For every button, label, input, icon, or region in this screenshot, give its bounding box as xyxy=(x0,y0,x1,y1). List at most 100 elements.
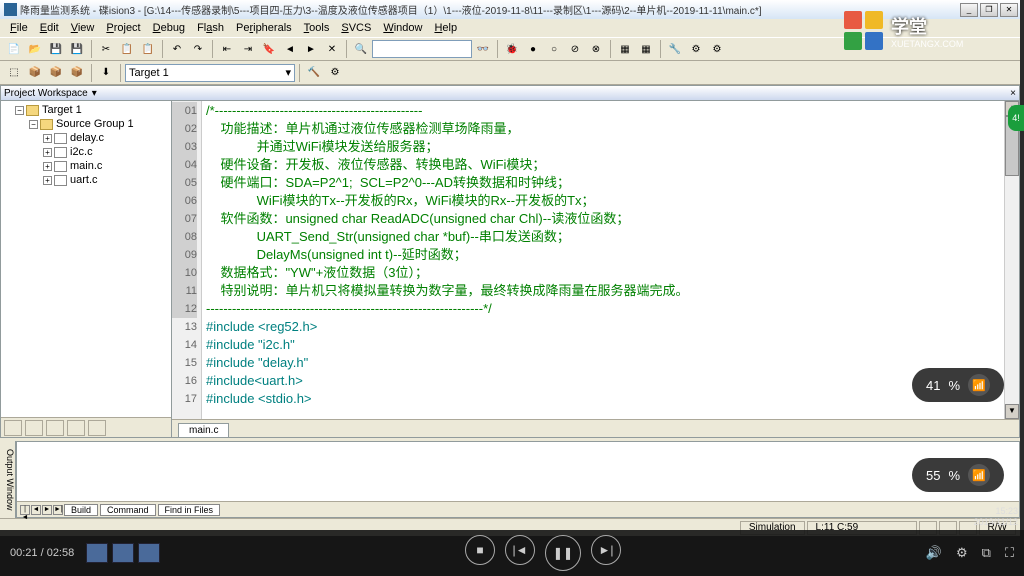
bp-kill-icon[interactable]: ⊗ xyxy=(586,39,606,59)
tool1-icon[interactable]: 🔧 xyxy=(665,39,685,59)
sidebar-tabs xyxy=(1,417,171,437)
output-tab-find[interactable]: Find in Files xyxy=(158,504,221,516)
target-select[interactable]: Target 1 ▾ xyxy=(125,64,295,82)
expand-icon[interactable]: + xyxy=(43,162,52,171)
side-badge[interactable]: 4! xyxy=(1008,105,1024,131)
scroll-down-icon[interactable]: ▼ xyxy=(1005,404,1019,419)
build-all-icon[interactable]: 📦 xyxy=(67,63,87,83)
volume-icon[interactable]: 🔊 xyxy=(926,545,942,561)
bp-disable-icon[interactable]: ⊘ xyxy=(565,39,585,59)
manage-icon[interactable]: ⚙ xyxy=(325,63,345,83)
taskbar-app-icon[interactable] xyxy=(86,543,108,563)
menu-debug[interactable]: Debug xyxy=(147,21,191,35)
output-tab-command[interactable]: Command xyxy=(100,504,156,516)
menu-flash[interactable]: Flash xyxy=(191,21,230,35)
rebuild-icon[interactable]: 📦 xyxy=(46,63,66,83)
undo-icon[interactable]: ↶ xyxy=(167,39,187,59)
menu-file[interactable]: File xyxy=(4,21,34,35)
cut-icon[interactable]: ✂ xyxy=(96,39,116,59)
bookmark-clear-icon[interactable]: ✕ xyxy=(322,39,342,59)
tree-group[interactable]: − Source Group 1 xyxy=(3,117,169,131)
editor-tabs: main.c xyxy=(172,419,1019,437)
tree-target-label: Target 1 xyxy=(42,104,82,116)
expand-icon[interactable]: + xyxy=(43,134,52,143)
out-nav-first-icon[interactable]: |◄ xyxy=(20,505,30,515)
badge2-value: 55 xyxy=(926,468,940,483)
pip-icon[interactable]: ⧉ xyxy=(982,545,991,561)
open-file-icon[interactable]: 📂 xyxy=(25,39,45,59)
breakpoint-icon[interactable]: ● xyxy=(523,39,543,59)
menu-svcs[interactable]: SVCS xyxy=(335,21,377,35)
tree-file[interactable]: +uart.c xyxy=(3,173,169,187)
save-all-icon[interactable]: 💾 xyxy=(67,39,87,59)
menu-help[interactable]: Help xyxy=(428,21,463,35)
output-body[interactable]: |◄ ◄ ► ►| Build Command Find in Files xyxy=(16,441,1020,518)
build-target-icon[interactable]: ⬚ xyxy=(4,63,24,83)
save-icon[interactable]: 💾 xyxy=(46,39,66,59)
build-toolbar: ⬚ 📦 📦 📦 ⬇ Target 1 ▾ 🔨 ⚙ xyxy=(0,61,1020,85)
file-icon xyxy=(54,161,67,172)
out-nav-prev-icon[interactable]: ◄ xyxy=(31,505,41,515)
menu-view[interactable]: View xyxy=(65,21,101,35)
redo-icon[interactable]: ↷ xyxy=(188,39,208,59)
menu-edit[interactable]: Edit xyxy=(34,21,65,35)
logo-text: 学堂 xyxy=(891,13,963,39)
vertical-scrollbar[interactable]: ▲ ▼ xyxy=(1004,101,1019,419)
out-nav-last-icon[interactable]: ►| xyxy=(53,505,63,515)
regs-tab-icon[interactable] xyxy=(25,420,43,436)
menu-window[interactable]: Window xyxy=(377,21,428,35)
paste-icon[interactable]: 📋 xyxy=(138,39,158,59)
tree-target[interactable]: − Target 1 xyxy=(3,103,169,117)
taskbar-app-icon[interactable] xyxy=(138,543,160,563)
bookmark-next-icon[interactable]: ► xyxy=(301,39,321,59)
tree-file[interactable]: +i2c.c xyxy=(3,145,169,159)
indent-right-icon[interactable]: ⇥ xyxy=(238,39,258,59)
bookmark-prev-icon[interactable]: ◄ xyxy=(280,39,300,59)
expand-icon[interactable]: + xyxy=(43,148,52,157)
menu-peripherals[interactable]: Peripherals xyxy=(230,21,298,35)
menu-tools[interactable]: Tools xyxy=(298,21,336,35)
books-tab-icon[interactable] xyxy=(46,420,64,436)
tree-file[interactable]: +main.c xyxy=(3,159,169,173)
output-tab-build[interactable]: Build xyxy=(64,504,98,516)
badge1-value: 41 xyxy=(926,378,940,393)
templ-tab-icon[interactable] xyxy=(88,420,106,436)
bookmark-icon[interactable]: 🔖 xyxy=(259,39,279,59)
find-icon[interactable]: 🔍 xyxy=(351,39,371,59)
options-icon[interactable]: 🔨 xyxy=(304,63,324,83)
find-input[interactable] xyxy=(372,40,472,58)
func-tab-icon[interactable] xyxy=(67,420,85,436)
pause-button[interactable]: ❚❚ xyxy=(545,535,581,571)
collapse-icon[interactable]: − xyxy=(15,106,24,115)
expand-icon[interactable]: + xyxy=(43,176,52,185)
menu-project[interactable]: Project xyxy=(100,21,146,35)
debug-icon[interactable]: 🐞 xyxy=(502,39,522,59)
editor-tab-main[interactable]: main.c xyxy=(178,423,229,437)
out-nav-next-icon[interactable]: ► xyxy=(42,505,52,515)
binoculars-icon[interactable]: 👓 xyxy=(473,39,493,59)
project-sidebar: − Target 1 − Source Group 1 +delay.c +i2… xyxy=(0,100,172,438)
prev-button[interactable]: |◄ xyxy=(505,535,535,565)
tool2-icon[interactable]: ⚙ xyxy=(686,39,706,59)
collapse-icon[interactable]: − xyxy=(29,120,38,129)
window1-icon[interactable]: ▦ xyxy=(615,39,635,59)
fullscreen-icon[interactable]: ⛶ xyxy=(1005,545,1014,561)
copy-icon[interactable]: 📋 xyxy=(117,39,137,59)
taskbar-app-icon[interactable] xyxy=(112,543,134,563)
settings-icon[interactable]: ⚙ xyxy=(956,545,968,561)
line-gutter: 0102030405060708091011121314151617 xyxy=(172,101,202,419)
workspace-close-icon[interactable]: × xyxy=(1010,88,1019,99)
new-file-icon[interactable]: 📄 xyxy=(4,39,24,59)
window2-icon[interactable]: ▦ xyxy=(636,39,656,59)
indent-left-icon[interactable]: ⇤ xyxy=(217,39,237,59)
files-tab-icon[interactable] xyxy=(4,420,22,436)
download-icon[interactable]: ⬇ xyxy=(96,63,116,83)
bp-toggle-icon[interactable]: ○ xyxy=(544,39,564,59)
build-icon[interactable]: 📦 xyxy=(25,63,45,83)
next-button[interactable]: ►| xyxy=(591,535,621,565)
tree-file[interactable]: +delay.c xyxy=(3,131,169,145)
tool3-icon[interactable]: ⚙ xyxy=(707,39,727,59)
chevron-down-icon[interactable]: ▾ xyxy=(92,88,97,99)
code-area[interactable]: /*--------------------------------------… xyxy=(202,101,1019,419)
stop-button[interactable]: ■ xyxy=(465,535,495,565)
